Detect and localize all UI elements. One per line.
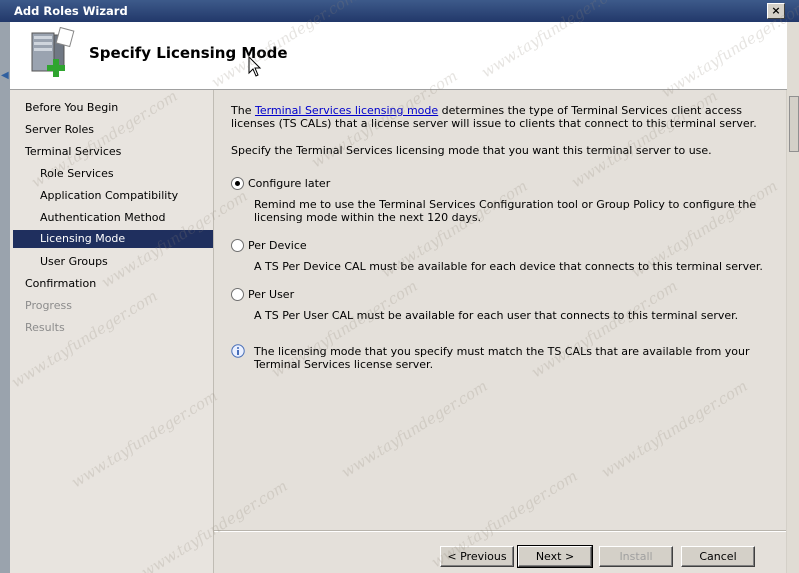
nav-item-before-you-begin[interactable]: Before You Begin	[25, 99, 118, 117]
add-roles-wizard-window: Add Roles Wizard × ◀ Specify Licensing M…	[0, 0, 799, 573]
per-user-label[interactable]: Per User	[248, 288, 294, 301]
nav-item-results: Results	[25, 321, 65, 334]
wizard-navigation: Before You Begin Server Roles Terminal S…	[10, 90, 214, 573]
wizard-content: The Terminal Services licensing mode det…	[214, 90, 786, 573]
nav-item-authentication-method[interactable]: Authentication Method	[40, 209, 166, 227]
info-icon	[231, 344, 245, 358]
instruction-text: Specify the Terminal Services licensing …	[231, 144, 712, 157]
configure-later-description: Remind me to use the Terminal Services C…	[254, 198, 757, 224]
configure-later-label[interactable]: Configure later	[248, 177, 330, 190]
per-user-radio[interactable]	[231, 288, 244, 301]
per-user-description: A TS Per User CAL must be available for …	[254, 309, 739, 322]
nav-item-user-groups[interactable]: User Groups	[40, 253, 108, 271]
per-device-label[interactable]: Per Device	[248, 239, 307, 252]
info-note: The licensing mode that you specify must…	[254, 345, 750, 371]
install-button: Install	[599, 546, 673, 567]
nav-item-licensing-mode[interactable]: Licensing Mode	[13, 230, 213, 248]
per-device-description: A TS Per Device CAL must be available fo…	[254, 260, 763, 273]
previous-button[interactable]: < Previous	[440, 546, 514, 567]
per-device-radio[interactable]	[231, 239, 244, 252]
next-button[interactable]: Next >	[517, 545, 593, 568]
licensing-mode-help-link[interactable]: Terminal Services licensing mode	[255, 104, 438, 117]
cancel-button[interactable]: Cancel	[681, 546, 755, 567]
window-title: Add Roles Wizard	[14, 4, 128, 18]
intro-paragraph: The Terminal Services licensing mode det…	[231, 104, 771, 130]
nav-item-role-services[interactable]: Role Services	[40, 165, 114, 183]
server-add-role-icon	[31, 27, 75, 77]
scroll-thumb[interactable]	[789, 96, 799, 152]
mouse-pointer-icon	[248, 56, 262, 77]
nav-item-confirmation[interactable]: Confirmation	[25, 275, 96, 293]
wizard-header: Specify Licensing Mode	[10, 22, 787, 90]
configure-later-radio[interactable]	[231, 177, 244, 190]
close-button[interactable]: ×	[767, 3, 785, 19]
left-arrow-icon: ◀	[1, 70, 9, 81]
nav-item-application-compatibility[interactable]: Application Compatibility	[40, 187, 178, 205]
nav-item-server-roles[interactable]: Server Roles	[25, 121, 94, 139]
nav-item-terminal-services[interactable]: Terminal Services	[25, 143, 121, 161]
button-divider	[214, 530, 786, 532]
nav-item-progress: Progress	[25, 299, 72, 312]
left-window-edge: ◀	[0, 22, 10, 573]
close-icon: ×	[771, 4, 781, 17]
intro-prefix: The	[231, 104, 255, 117]
title-bar[interactable]: Add Roles Wizard ×	[0, 0, 799, 22]
